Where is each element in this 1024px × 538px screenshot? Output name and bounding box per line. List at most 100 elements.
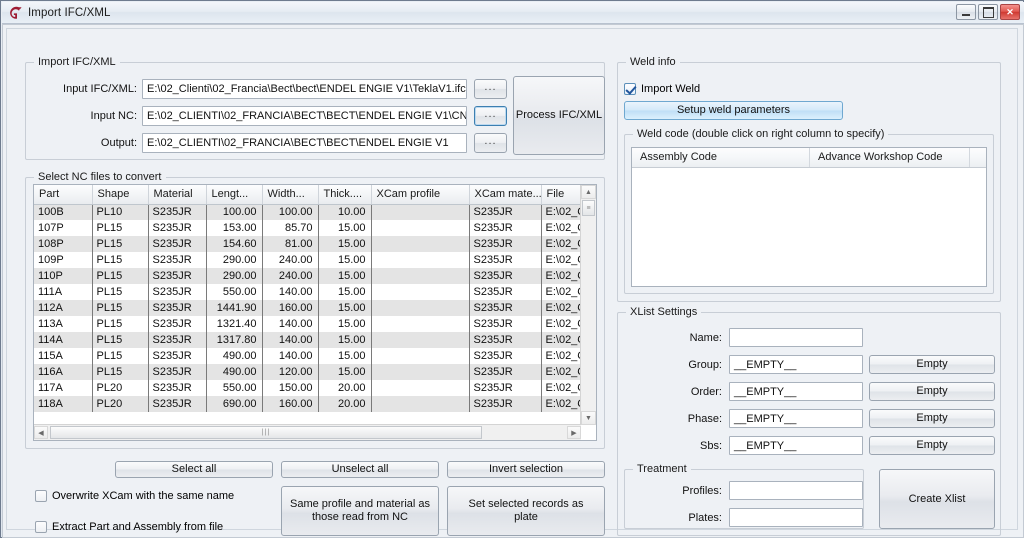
cell-r2-c1: PL15 bbox=[92, 236, 149, 252]
vertical-scroll-thumb[interactable]: ≡ bbox=[582, 200, 595, 216]
weld-code-table[interactable]: Assembly Code Advance Workshop Code bbox=[631, 147, 987, 287]
table-row[interactable]: 115A PL15 S235JR 490.00 140.00 15.00 S235JR E:\… bbox=[34, 348, 581, 364]
import-weld-checkbox[interactable]: Import Weld bbox=[624, 83, 700, 95]
nc-files-horizontal-scrollbar[interactable]: ◀ ||| ▶ bbox=[34, 424, 581, 440]
nc-col-2[interactable]: Material bbox=[148, 185, 207, 205]
table-row[interactable]: 112A PL15 S235JR 1441.90 160.00 15.00 S235JR E:… bbox=[34, 300, 581, 316]
cell-r9-c2: S235JR bbox=[148, 348, 207, 364]
table-row[interactable]: 117A PL20 S235JR 550.00 150.00 20.00 S235JR E:\… bbox=[34, 380, 581, 396]
nc-col-0[interactable]: Part bbox=[34, 185, 93, 205]
table-row[interactable]: 109P PL15 S235JR 290.00 240.00 15.00 S235JR E:\… bbox=[34, 252, 581, 268]
cell-r2-c3: 154.60 bbox=[206, 236, 263, 252]
nc-col-5[interactable]: Thick.... bbox=[318, 185, 372, 205]
treatment-profiles-field[interactable] bbox=[729, 481, 863, 500]
table-row[interactable]: 113A PL15 S235JR 1321.40 140.00 15.00 S235JR E:… bbox=[34, 316, 581, 332]
nc-col-8[interactable]: File bbox=[541, 185, 581, 205]
nc-col-1[interactable]: Shape bbox=[92, 185, 149, 205]
xlist-sbs-field[interactable]: __EMPTY__ bbox=[729, 436, 863, 455]
cell-r12-c4: 160.00 bbox=[262, 396, 319, 412]
nc-col-4[interactable]: Width... bbox=[262, 185, 319, 205]
cell-r0-c2: S235JR bbox=[148, 204, 207, 220]
overwrite-xcam-label: Overwrite XCam with the same name bbox=[52, 490, 235, 502]
table-row[interactable]: 100B PL10 S235JR 100.00 100.00 10.00 S235JR E:\… bbox=[34, 204, 581, 220]
table-row[interactable]: 114A PL15 S235JR 1317.80 140.00 15.00 S235JR E:… bbox=[34, 332, 581, 348]
invert-selection-button[interactable]: Invert selection bbox=[447, 461, 605, 478]
cell-r6-c3: 1441.90 bbox=[206, 300, 263, 316]
maximize-button[interactable] bbox=[978, 4, 998, 20]
select-nc-group-label: Select NC files to convert bbox=[34, 171, 166, 183]
scroll-down-icon[interactable]: ▼ bbox=[581, 411, 596, 425]
create-xlist-button[interactable]: Create Xlist bbox=[879, 469, 995, 529]
xlist-name-field[interactable] bbox=[729, 328, 863, 347]
cell-r3-c6 bbox=[371, 252, 470, 268]
cell-r0-c8: E:\02_CLIENTI\02_FF bbox=[541, 204, 581, 220]
nc-files-vertical-scrollbar[interactable]: ▲ ≡ ▼ bbox=[580, 185, 596, 425]
table-row[interactable]: 111A PL15 S235JR 550.00 140.00 15.00 S235JR E:\… bbox=[34, 284, 581, 300]
process-ifc-xml-button[interactable]: Process IFC/XML bbox=[513, 76, 605, 155]
nc-col-3[interactable]: Lengt... bbox=[206, 185, 263, 205]
checkbox-box-icon bbox=[35, 490, 47, 502]
xlist-phase-empty-button[interactable]: Empty bbox=[869, 409, 995, 428]
cell-r11-c7: S235JR bbox=[469, 380, 542, 396]
cell-r0-c6 bbox=[371, 204, 470, 220]
input-nc-field[interactable]: E:\02_CLIENTI\02_FRANCIA\BECT\BECT\ENDEL… bbox=[142, 106, 467, 126]
cell-r1-c1: PL15 bbox=[92, 220, 149, 236]
cell-r2-c8: E:\02_CLIENTI\02_FF bbox=[541, 236, 581, 252]
scroll-left-icon[interactable]: ◀ bbox=[34, 426, 48, 439]
weld-code-col-workshop[interactable]: Advance Workshop Code bbox=[810, 148, 970, 167]
xlist-group-empty-button[interactable]: Empty bbox=[869, 355, 995, 374]
weld-code-col-assembly[interactable]: Assembly Code bbox=[632, 148, 810, 167]
treatment-profiles-label: Profiles: bbox=[682, 485, 722, 497]
table-row[interactable]: 116A PL15 S235JR 490.00 120.00 15.00 S235JR E:\… bbox=[34, 364, 581, 380]
set-selected-as-plate-button[interactable]: Set selected records as plate bbox=[447, 486, 605, 536]
same-profile-material-button[interactable]: Same profile and material as those read … bbox=[281, 486, 439, 536]
unselect-all-button[interactable]: Unselect all bbox=[281, 461, 439, 478]
browse-output-button[interactable]: ... bbox=[474, 133, 507, 153]
cell-r7-c6 bbox=[371, 316, 470, 332]
title-bar: Import IFC/XML ✕ bbox=[2, 2, 1024, 24]
treatment-plates-field[interactable] bbox=[729, 508, 863, 527]
cell-r3-c0: 109P bbox=[34, 252, 93, 268]
horizontal-scroll-thumb[interactable]: ||| bbox=[50, 426, 482, 439]
cell-r9-c7: S235JR bbox=[469, 348, 542, 364]
xlist-sbs-empty-button[interactable]: Empty bbox=[869, 436, 995, 455]
overwrite-xcam-checkbox[interactable]: Overwrite XCam with the same name bbox=[35, 490, 234, 502]
scroll-right-icon[interactable]: ▶ bbox=[567, 426, 581, 439]
scroll-up-icon[interactable]: ▲ bbox=[581, 185, 596, 199]
table-row[interactable]: 118A PL20 S235JR 690.00 160.00 20.00 S235JR E:\… bbox=[34, 396, 581, 412]
cell-r6-c0: 112A bbox=[34, 300, 93, 316]
cell-r11-c3: 550.00 bbox=[206, 380, 263, 396]
cell-r4-c5: 15.00 bbox=[318, 268, 372, 284]
cell-r4-c8: E:\02_CLIENTI\02_FF bbox=[541, 268, 581, 284]
cell-r4-c7: S235JR bbox=[469, 268, 542, 284]
select-all-button[interactable]: Select all bbox=[115, 461, 273, 478]
cell-r12-c2: S235JR bbox=[148, 396, 207, 412]
cell-r7-c0: 113A bbox=[34, 316, 93, 332]
cell-r1-c0: 107P bbox=[34, 220, 93, 236]
xlist-group-field[interactable]: __EMPTY__ bbox=[729, 355, 863, 374]
nc-col-6[interactable]: XCam profile bbox=[371, 185, 470, 205]
cell-r9-c0: 115A bbox=[34, 348, 93, 364]
setup-weld-parameters-button[interactable]: Setup weld parameters bbox=[624, 101, 843, 120]
table-row[interactable]: 107P PL15 S235JR 153.00 85.70 15.00 S235JR E:\0… bbox=[34, 220, 581, 236]
output-field[interactable]: E:\02_CLIENTI\02_FRANCIA\BECT\BECT\ENDEL… bbox=[142, 133, 467, 153]
close-button[interactable]: ✕ bbox=[1000, 4, 1020, 20]
dialog-panel: Import IFC/XML Input IFC/XML: E:\02_Clie… bbox=[6, 28, 1018, 536]
cell-r12-c7: S235JR bbox=[469, 396, 542, 412]
checkbox-box-icon bbox=[35, 521, 47, 533]
nc-files-table[interactable]: Part Shape Material Lengt... Width... Thick..… bbox=[33, 184, 597, 441]
extract-part-assembly-checkbox[interactable]: Extract Part and Assembly from file bbox=[35, 521, 223, 533]
input-ifcxml-field[interactable]: E:\02_Clienti\02_Francia\Bect\bect\ENDEL… bbox=[142, 79, 467, 99]
xlist-phase-field[interactable]: __EMPTY__ bbox=[729, 409, 863, 428]
table-row[interactable]: 108P PL15 S235JR 154.60 81.00 15.00 S235JR E:\0… bbox=[34, 236, 581, 252]
xlist-order-empty-button[interactable]: Empty bbox=[869, 382, 995, 401]
browse-input-nc-button[interactable]: ... bbox=[474, 106, 507, 126]
table-row[interactable]: 110P PL15 S235JR 290.00 240.00 15.00 S235JR E:\… bbox=[34, 268, 581, 284]
browse-input-ifcxml-button[interactable]: ... bbox=[474, 79, 507, 99]
nc-col-7[interactable]: XCam mate... bbox=[469, 185, 542, 205]
cell-r7-c3: 1321.40 bbox=[206, 316, 263, 332]
nc-files-table-inner: Part Shape Material Lengt... Width... Thick..… bbox=[34, 185, 581, 412]
minimize-button[interactable] bbox=[956, 4, 976, 20]
cell-r6-c2: S235JR bbox=[148, 300, 207, 316]
xlist-order-field[interactable]: __EMPTY__ bbox=[729, 382, 863, 401]
